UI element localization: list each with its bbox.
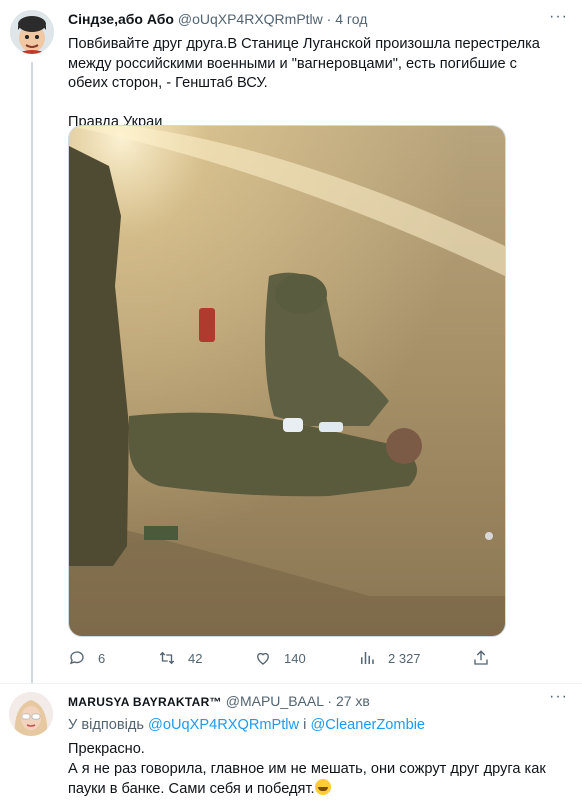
source-line (68, 94, 568, 114)
tweet-text-line: обеих сторон, - Генштаб ВСУ. (68, 75, 268, 91)
tweet-text-line: А я не раз говорила, главное им не мешат… (68, 760, 546, 777)
views-count: 2 327 (388, 650, 421, 666)
like-icon (257, 652, 269, 665)
reply-icon (69, 651, 84, 665)
tweet-header: MARUSYA BAYRAKTAR™ @MAPU_BAAL · 27 хв (68, 693, 542, 709)
tweet-text: Повбивайте друг друга.В Станице Луганско… (68, 35, 568, 133)
avatar[interactable] (9, 692, 53, 736)
timestamp[interactable]: 4 год (335, 11, 367, 27)
retweet-count: 42 (188, 650, 203, 666)
share-button[interactable] (472, 649, 490, 667)
reply-prefix: У відповідь (68, 717, 144, 733)
retweet-button[interactable]: 42 (158, 649, 202, 667)
author-name[interactable]: Сіндзе,або Або (68, 11, 174, 27)
tweet-text-line: Повбивайте друг друга.В Станице Луганско… (68, 36, 540, 52)
like-button[interactable]: 140 (254, 649, 306, 667)
thread-line (31, 62, 33, 683)
tweet-text-line: между российскими военными и "вагнеровца… (68, 55, 517, 72)
reply-handle-link[interactable]: @oUqXP4RXQRmPtlw (148, 717, 299, 733)
tweet-text-line: пауки в банке. Сами себя и победят. (68, 779, 568, 800)
author-name[interactable]: MARUSYA BAYRAKTAR™ (68, 695, 222, 709)
views-button[interactable]: 2 327 (358, 649, 421, 667)
tweet-text: Прекрасно. А я не раз говорила, главное … (68, 740, 568, 800)
author-handle[interactable]: @oUqXP4RXQRmPtlw (178, 11, 323, 27)
tweet-actions: 6 42 140 2 327 (68, 649, 498, 669)
more-icon[interactable]: ··· (549, 688, 568, 706)
avatar[interactable] (10, 10, 54, 54)
views-icon (361, 652, 374, 664)
more-icon[interactable]: ··· (549, 8, 568, 26)
reply-handle-link[interactable]: @CleanerZombie (310, 717, 425, 733)
separator-dot: · (327, 693, 333, 709)
tweet-header: Сіндзе,або Або @oUqXP4RXQRmPtlw · 4 год (68, 11, 542, 27)
tweet-photo[interactable] (68, 125, 506, 637)
tweet-text-fragment: пауки в банке. Сами себя и победят. (68, 781, 315, 797)
tweet-main[interactable]: Сіндзе,або Або @oUqXP4RXQRmPtlw · 4 год … (0, 0, 582, 683)
timestamp[interactable]: 27 хв (336, 693, 370, 709)
laughing-emoji-icon (314, 779, 331, 795)
replying-to: У відповідь @oUqXP4RXQRmPtlw і @CleanerZ… (68, 717, 425, 733)
share-icon (474, 650, 488, 665)
separator-dot: · (326, 11, 332, 27)
like-count: 140 (284, 650, 306, 666)
tweet-text-line: Прекрасно. (68, 741, 145, 757)
tweet-reply[interactable]: MARUSYA BAYRAKTAR™ @MAPU_BAAL · 27 хв ··… (0, 683, 582, 805)
reply-count: 6 (98, 650, 106, 666)
reply-button[interactable]: 6 (68, 649, 105, 667)
flag-ukraine-icon (68, 96, 85, 108)
author-handle[interactable]: @MAPU_BAAL (226, 693, 324, 709)
reply-joiner: і (303, 717, 307, 733)
retweet-icon (159, 651, 175, 665)
